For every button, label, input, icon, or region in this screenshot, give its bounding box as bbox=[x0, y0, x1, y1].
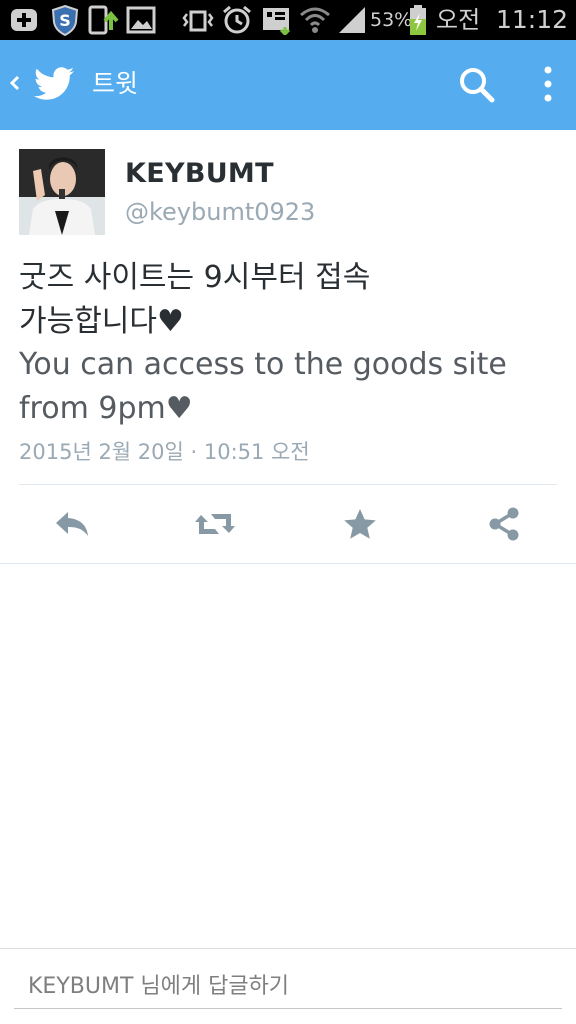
tweet-text-line: You can access to the goods site bbox=[19, 347, 507, 382]
tweet-text-line: from 9pm♥ bbox=[19, 390, 193, 426]
shield-s-icon: S bbox=[48, 4, 82, 36]
favorite-star-icon[interactable] bbox=[338, 502, 382, 546]
share-icon[interactable] bbox=[482, 502, 526, 546]
divider bbox=[0, 563, 576, 564]
search-icon[interactable] bbox=[456, 64, 498, 106]
user-handle[interactable]: @keybumt0923 bbox=[125, 198, 315, 226]
tweet-text-line: 가능합니다♥ bbox=[19, 303, 184, 339]
cast-icon bbox=[260, 4, 294, 36]
plus-badge-icon bbox=[8, 4, 42, 36]
avatar[interactable] bbox=[19, 149, 105, 235]
battery-charging-icon bbox=[406, 4, 430, 36]
vibrate-icon bbox=[180, 4, 216, 36]
twitter-bird-icon[interactable] bbox=[34, 64, 76, 104]
wifi-icon bbox=[298, 4, 332, 36]
reply-bar-border bbox=[0, 948, 576, 949]
tweet-text: 굿즈 사이트는 9시부터 접속 가능합니다♥ You can access to… bbox=[19, 256, 559, 430]
status-bar: S 53% 오전 11:12 bbox=[0, 0, 576, 40]
app-bar: 트윗 bbox=[0, 40, 576, 130]
divider bbox=[19, 484, 557, 485]
retweet-icon[interactable] bbox=[193, 502, 237, 546]
reply-icon[interactable] bbox=[50, 502, 94, 546]
tweet-text-line: 굿즈 사이트는 9시부터 접속 bbox=[19, 260, 371, 295]
reply-input[interactable]: KEYBUMT 님에게 답글하기 bbox=[14, 965, 562, 1009]
alarm-icon bbox=[220, 4, 254, 36]
overflow-menu-icon[interactable] bbox=[538, 64, 558, 106]
image-icon bbox=[124, 4, 158, 36]
svg-text:S: S bbox=[59, 11, 71, 30]
display-name[interactable]: KEYBUMT bbox=[125, 158, 274, 189]
phone-upload-icon bbox=[86, 4, 120, 36]
tweet-timestamp: 2015년 2월 20일 · 10:51 오전 bbox=[19, 440, 310, 464]
page-title: 트윗 bbox=[92, 69, 139, 98]
status-ampm: 오전 bbox=[436, 6, 481, 34]
status-time: 11:12 bbox=[496, 5, 569, 34]
back-chevron-icon[interactable] bbox=[8, 68, 22, 98]
signal-icon bbox=[336, 4, 368, 36]
